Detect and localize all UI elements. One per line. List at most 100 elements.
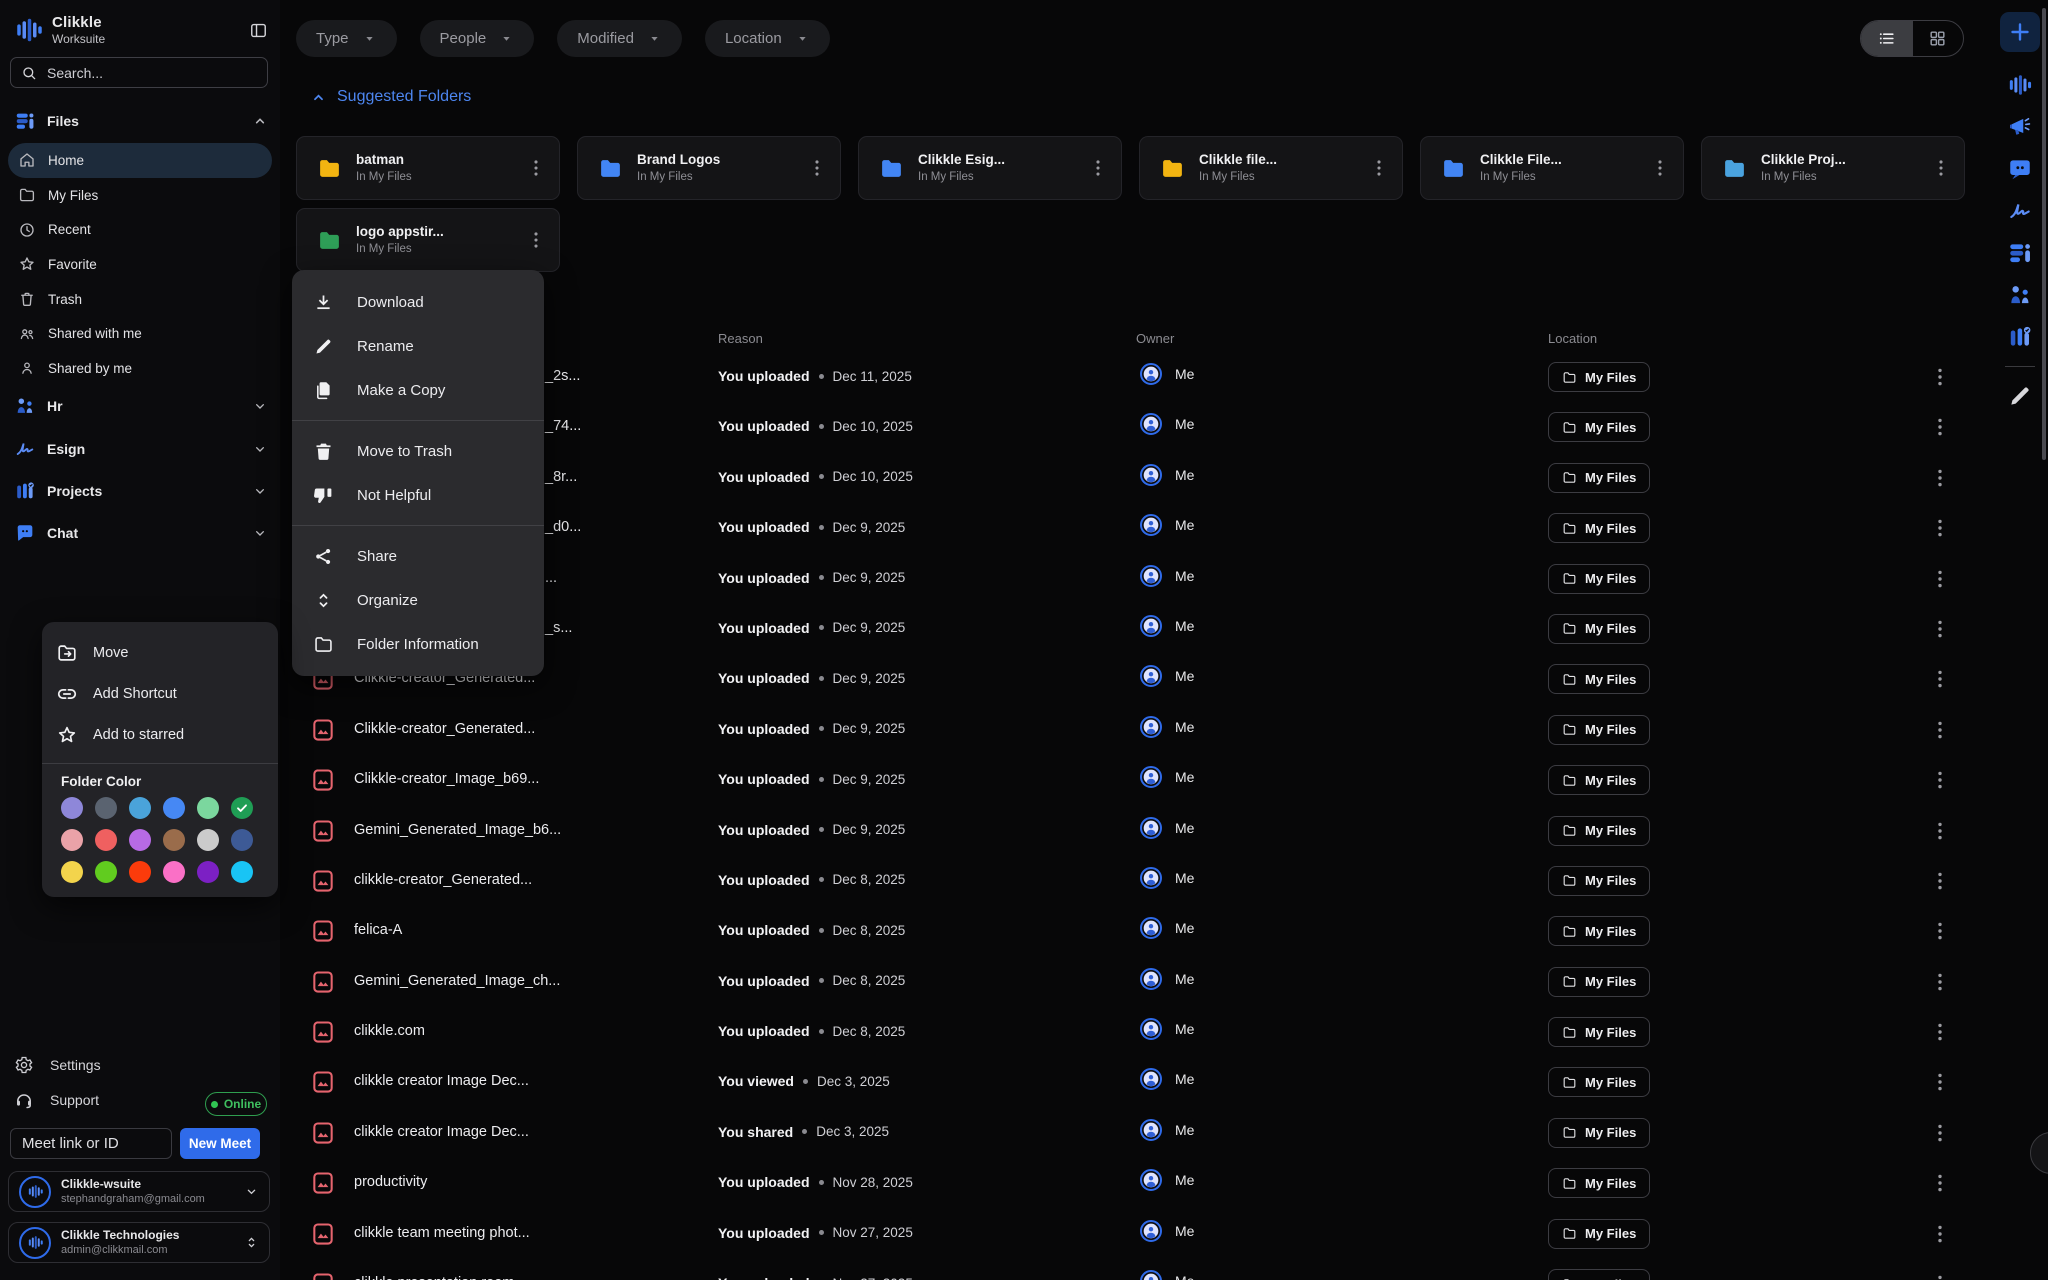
settings-button[interactable]: Settings: [14, 1055, 101, 1075]
location-chip[interactable]: My Files: [1548, 1269, 1650, 1280]
folder-color-swatch[interactable]: [231, 829, 253, 851]
new-meet-button[interactable]: New Meet: [180, 1128, 260, 1159]
menu-item-folder-information[interactable]: Folder Information: [292, 622, 544, 666]
table-row[interactable]: productivityYou uploadedNov 28, 2025MeMy…: [280, 1158, 2000, 1208]
filter-chip-type[interactable]: Type: [296, 20, 397, 57]
new-button[interactable]: [2000, 12, 2040, 52]
folder-card-clikkle-proj[interactable]: Clikkle Proj...In My Files: [1701, 136, 1965, 200]
location-chip[interactable]: My Files: [1548, 1017, 1650, 1047]
table-row[interactable]: clikkle-creator_Generated...You uploaded…: [280, 856, 2000, 906]
location-chip[interactable]: My Files: [1548, 463, 1650, 493]
menu-item-organize[interactable]: Organize: [292, 578, 544, 622]
sidebar-item-favorite[interactable]: Favorite: [8, 247, 272, 282]
folder-menu-button[interactable]: [806, 157, 828, 179]
menu-item-make-a-copy[interactable]: Make a Copy: [292, 368, 544, 412]
menu-item-add-shortcut[interactable]: Add Shortcut: [42, 673, 278, 714]
search-box[interactable]: [10, 57, 268, 88]
row-menu-button[interactable]: [1928, 667, 1952, 691]
row-menu-button[interactable]: [1928, 567, 1952, 591]
location-chip[interactable]: My Files: [1548, 1168, 1650, 1198]
location-chip[interactable]: My Files: [1548, 765, 1650, 795]
account-card-clikkle-wsuite[interactable]: Clikkle-wsuitestephandgraham@gmail.com: [8, 1171, 270, 1212]
sidebar-collapse-icon[interactable]: [249, 21, 268, 40]
folder-menu-button[interactable]: [525, 157, 547, 179]
row-menu-button[interactable]: [1928, 466, 1952, 490]
hr-app-icon[interactable]: [2007, 282, 2033, 308]
folder-card-clikkle-esig[interactable]: Clikkle Esig...In My Files: [858, 136, 1122, 200]
folder-color-swatch[interactable]: [163, 797, 185, 819]
folder-color-swatch[interactable]: [197, 861, 219, 883]
location-chip[interactable]: My Files: [1548, 816, 1650, 846]
row-menu-button[interactable]: [1928, 365, 1952, 389]
sidebar-item-trash[interactable]: Trash: [8, 282, 272, 317]
row-menu-button[interactable]: [1928, 919, 1952, 943]
folder-card-batman[interactable]: batmanIn My Files: [296, 136, 560, 200]
folder-card-brand-logos[interactable]: Brand LogosIn My Files: [577, 136, 841, 200]
support-button[interactable]: Support: [14, 1090, 99, 1110]
table-row[interactable]: clikkle.comYou uploadedDec 8, 2025MeMy F…: [280, 1007, 2000, 1057]
folder-color-swatch[interactable]: [61, 829, 83, 851]
table-row[interactable]: Gemini_Generated_Image_ch...You uploaded…: [280, 957, 2000, 1007]
sidebar-item-shared-with-me[interactable]: Shared with me: [8, 316, 272, 351]
location-chip[interactable]: My Files: [1548, 564, 1650, 594]
location-chip[interactable]: My Files: [1548, 1067, 1650, 1097]
folder-card-logo-appstir[interactable]: logo appstir...In My Files: [296, 208, 560, 272]
row-menu-button[interactable]: [1928, 1070, 1952, 1094]
row-menu-button[interactable]: [1928, 617, 1952, 641]
files-app-icon[interactable]: [2007, 240, 2033, 266]
filter-chip-modified[interactable]: Modified: [557, 20, 682, 57]
folder-color-swatch[interactable]: [197, 797, 219, 819]
location-chip[interactable]: My Files: [1548, 715, 1650, 745]
folder-color-swatch[interactable]: [95, 829, 117, 851]
folder-color-swatch[interactable]: [95, 797, 117, 819]
list-view-button[interactable]: [1861, 21, 1912, 56]
projects-app-icon[interactable]: [2007, 324, 2033, 350]
row-menu-button[interactable]: [1928, 1020, 1952, 1044]
suggested-folders-toggle[interactable]: Suggested Folders: [310, 88, 471, 106]
account-card-clikkle-technologies[interactable]: Clikkle Technologiesadmin@clikkmail.com: [8, 1222, 270, 1263]
row-menu-button[interactable]: [1928, 516, 1952, 540]
location-chip[interactable]: My Files: [1548, 1118, 1650, 1148]
location-chip[interactable]: My Files: [1548, 362, 1650, 392]
location-chip[interactable]: My Files: [1548, 866, 1650, 896]
host-app-icon[interactable]: [2007, 156, 2033, 182]
row-menu-button[interactable]: [1928, 819, 1952, 843]
row-menu-button[interactable]: [1928, 869, 1952, 893]
folder-color-swatch[interactable]: [163, 861, 185, 883]
location-chip[interactable]: My Files: [1548, 1219, 1650, 1249]
location-chip[interactable]: My Files: [1548, 614, 1650, 644]
folder-menu-button[interactable]: [1649, 157, 1671, 179]
sidebar-item-shared-by-me[interactable]: Shared by me: [8, 351, 272, 386]
sidebar-section-projects[interactable]: Projects: [0, 470, 280, 512]
grid-view-button[interactable]: [1912, 21, 1963, 56]
folder-menu-button[interactable]: [525, 229, 547, 251]
location-chip[interactable]: My Files: [1548, 513, 1650, 543]
folder-color-swatch[interactable]: [231, 797, 253, 819]
menu-item-rename[interactable]: Rename: [292, 324, 544, 368]
folder-color-swatch[interactable]: [163, 829, 185, 851]
folder-menu-button[interactable]: [1087, 157, 1109, 179]
table-row[interactable]: clikkle team meeting phot...You uploaded…: [280, 1209, 2000, 1259]
folder-card-clikkle-file[interactable]: Clikkle file...In My Files: [1139, 136, 1403, 200]
location-chip[interactable]: My Files: [1548, 412, 1650, 442]
meet-link-input[interactable]: [10, 1128, 172, 1159]
table-row[interactable]: Clikkle-creator_Generated...You uploaded…: [280, 705, 2000, 755]
table-row[interactable]: Gemini_Generated_Image_b6...You uploaded…: [280, 806, 2000, 856]
menu-item-not-helpful[interactable]: Not Helpful: [292, 473, 544, 517]
filter-chip-location[interactable]: Location: [705, 20, 830, 57]
row-menu-button[interactable]: [1928, 768, 1952, 792]
row-menu-button[interactable]: [1928, 1222, 1952, 1246]
folder-color-swatch[interactable]: [129, 829, 151, 851]
folder-color-swatch[interactable]: [197, 829, 219, 851]
scrollbar[interactable]: [2042, 8, 2046, 460]
location-chip[interactable]: My Files: [1548, 916, 1650, 946]
folder-menu-button[interactable]: [1930, 157, 1952, 179]
row-menu-button[interactable]: [1928, 718, 1952, 742]
sidebar-item-home[interactable]: Home: [8, 143, 272, 178]
search-input[interactable]: [47, 65, 257, 81]
folder-color-swatch[interactable]: [129, 861, 151, 883]
folder-color-swatch[interactable]: [61, 797, 83, 819]
folder-color-swatch[interactable]: [129, 797, 151, 819]
sidebar-section-hr[interactable]: Hr: [0, 385, 280, 427]
sidebar-section-chat[interactable]: Chat: [0, 512, 280, 554]
